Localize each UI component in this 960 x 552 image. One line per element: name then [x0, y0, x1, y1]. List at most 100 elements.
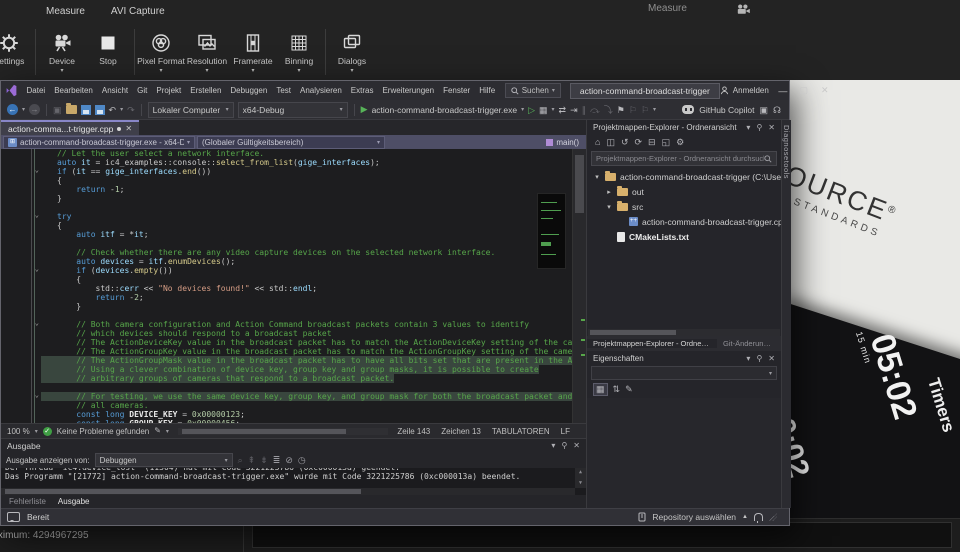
code-gutter[interactable]: ⌄: [1, 266, 41, 275]
capture-button-binning[interactable]: Binning▾: [276, 27, 322, 73]
solution-explorer-search[interactable]: Projektmappen-Explorer - Ordneransicht d…: [591, 151, 777, 166]
t-row-action-command-broadcast-trigger-cpp[interactable]: ++action-command-broadcast-trigger.cpp: [587, 214, 781, 229]
scrollbar-thumb[interactable]: [182, 429, 346, 434]
capture-tab-avi-capture[interactable]: AVI Capture: [109, 4, 167, 19]
save-icon[interactable]: [81, 105, 91, 115]
minimize-button[interactable]: —: [776, 86, 790, 96]
chevron-down-icon[interactable]: ▾: [22, 106, 25, 113]
chevron-down-icon[interactable]: ▾: [746, 354, 750, 363]
alphabetical-icon[interactable]: ⇅: [613, 384, 621, 395]
step-into-icon[interactable]: ⤵: [604, 104, 613, 116]
code-gutter[interactable]: [1, 149, 41, 158]
open-folder-icon[interactable]: [66, 105, 77, 114]
categorized-icon[interactable]: ▦: [593, 383, 608, 396]
close-icon[interactable]: ✕: [573, 441, 580, 450]
code-gutter[interactable]: [1, 410, 41, 419]
chevron-up-icon[interactable]: ▲: [742, 514, 748, 520]
chevron-down-icon[interactable]: ▾: [552, 106, 555, 113]
capture-button-framerate[interactable]: Framerate▾: [230, 27, 276, 73]
code-gutter[interactable]: [1, 419, 41, 423]
chevron-down-icon[interactable]: ▾: [166, 428, 169, 435]
save-all-icon[interactable]: [95, 105, 105, 115]
next-bookmark-icon[interactable]: ⚐: [641, 104, 649, 116]
properties-icon[interactable]: ⚙: [676, 137, 684, 148]
close-icon[interactable]: ✕: [768, 354, 775, 363]
navigate-forward-icon[interactable]: →: [29, 104, 40, 115]
new-project-icon[interactable]: ▣: [53, 104, 62, 116]
chevron-down-icon[interactable]: ▾: [120, 106, 123, 113]
code-gutter[interactable]: [1, 230, 41, 239]
t-row-src[interactable]: ▾src: [587, 199, 781, 214]
bookmark-icon[interactable]: ⚑: [617, 104, 625, 116]
nav-project-combo[interactable]: ⊞ action-command-broadcast-trigger.exe -…: [3, 136, 195, 149]
editor-horizontal-scrollbar[interactable]: [178, 428, 388, 435]
fold-marker-icon[interactable]: ⌄: [35, 211, 39, 220]
t-row-out[interactable]: ▸out: [587, 184, 781, 199]
expand-right-icon[interactable]: ▸: [605, 188, 613, 196]
pin-icon[interactable]: ⚲: [756, 354, 762, 363]
capture-button-stop[interactable]: Stop: [85, 27, 131, 66]
feedback-icon[interactable]: [7, 512, 20, 522]
sign-in-button[interactable]: Anmelden: [720, 86, 769, 95]
code-gutter[interactable]: ⌄: [1, 392, 41, 401]
code-gutter[interactable]: [1, 293, 41, 302]
code-gutter[interactable]: [1, 401, 41, 410]
sync-with-active-document-icon[interactable]: ↺: [621, 137, 629, 148]
nav-member-combo[interactable]: main(): [541, 138, 584, 147]
collapse-all-icon[interactable]: ⊟: [648, 137, 656, 148]
chevron-down-icon[interactable]: ▾: [746, 123, 750, 132]
capture-button-pixel-format[interactable]: Pixel Format▾: [138, 27, 184, 73]
menu-item-projekt[interactable]: Projekt: [152, 84, 186, 97]
capture-tab-measure[interactable]: Measure: [44, 4, 87, 19]
code-gutter[interactable]: [1, 329, 41, 338]
menu-item-extras[interactable]: Extras: [346, 84, 378, 97]
search-box[interactable]: Suchen ▾: [505, 83, 561, 98]
redo-icon[interactable]: ↷: [127, 104, 135, 116]
fold-marker-icon[interactable]: ⌄: [35, 166, 39, 175]
next-message-icon[interactable]: ⇟: [260, 455, 268, 466]
code-gutter[interactable]: [1, 284, 41, 293]
properties-grid[interactable]: [587, 398, 781, 508]
scrollbar-thumb[interactable]: [590, 330, 676, 335]
feedback-icon[interactable]: ▣: [759, 104, 768, 116]
output-log[interactable]: Der Thread 'ic4.device_lost' (11304) hat…: [1, 468, 586, 495]
eol-mode[interactable]: LF: [561, 427, 570, 436]
tree-horizontal-scrollbar[interactable]: [588, 329, 780, 336]
diagnostics-tools-tab[interactable]: Diagnosetools: [782, 125, 791, 179]
hot-reload-icon[interactable]: ⇄: [559, 104, 567, 116]
output-vertical-scrollbar[interactable]: ▲▼: [575, 468, 586, 488]
t-row-cmakelists-txt[interactable]: CMakeLists.txt: [587, 229, 781, 244]
scrollbar-thumb[interactable]: [575, 155, 584, 213]
show-all-files-icon[interactable]: ◱: [662, 137, 671, 148]
close-tab-icon[interactable]: ✕: [125, 124, 132, 133]
code-gutter[interactable]: [1, 338, 41, 347]
code-gutter[interactable]: [1, 374, 41, 383]
expand-down-icon[interactable]: ▾: [593, 173, 601, 181]
zoom-level[interactable]: 100 %: [7, 427, 30, 436]
panel-tab-fehlerliste[interactable]: Fehlerliste: [9, 497, 46, 506]
expand-down-icon[interactable]: ▾: [605, 203, 613, 211]
fold-marker-icon[interactable]: ⌄: [35, 391, 39, 400]
menu-item-test[interactable]: Test: [272, 84, 296, 97]
capture-button-dialogs[interactable]: Dialogs▾: [329, 27, 375, 73]
indent-mode[interactable]: TABULATOREN: [492, 427, 550, 436]
code-gutter[interactable]: [1, 248, 41, 257]
menu-item-erstellen[interactable]: Erstellen: [186, 84, 226, 97]
previous-bookmark-icon[interactable]: ⚐: [629, 104, 637, 116]
start-debugging-button[interactable]: ▶ action-command-broadcast-trigger.exe ▾: [361, 104, 524, 115]
panel-tab-git-änderungen[interactable]: Git-Änderungen: [717, 339, 781, 348]
word-wrap-icon[interactable]: ≣: [273, 455, 281, 466]
switch-views-icon[interactable]: ◫: [606, 137, 615, 148]
menu-item-ansicht[interactable]: Ansicht: [97, 84, 132, 97]
notifications-bell-icon[interactable]: [754, 513, 763, 521]
property-pages-icon[interactable]: ✎: [625, 384, 633, 395]
close-button[interactable]: ✕: [818, 85, 832, 96]
undo-icon[interactable]: ↶: [109, 104, 117, 116]
navigate-back-icon[interactable]: ←: [7, 104, 18, 115]
pin-icon[interactable]: ⚲: [756, 123, 762, 132]
close-icon[interactable]: ✕: [768, 123, 775, 132]
nav-scope-combo[interactable]: (Globaler Gültigkeitsbereich) ▾: [197, 136, 385, 149]
code-gutter[interactable]: [1, 176, 41, 185]
timestamp-icon[interactable]: ◷: [298, 455, 306, 466]
menu-item-git[interactable]: Git: [133, 84, 152, 97]
